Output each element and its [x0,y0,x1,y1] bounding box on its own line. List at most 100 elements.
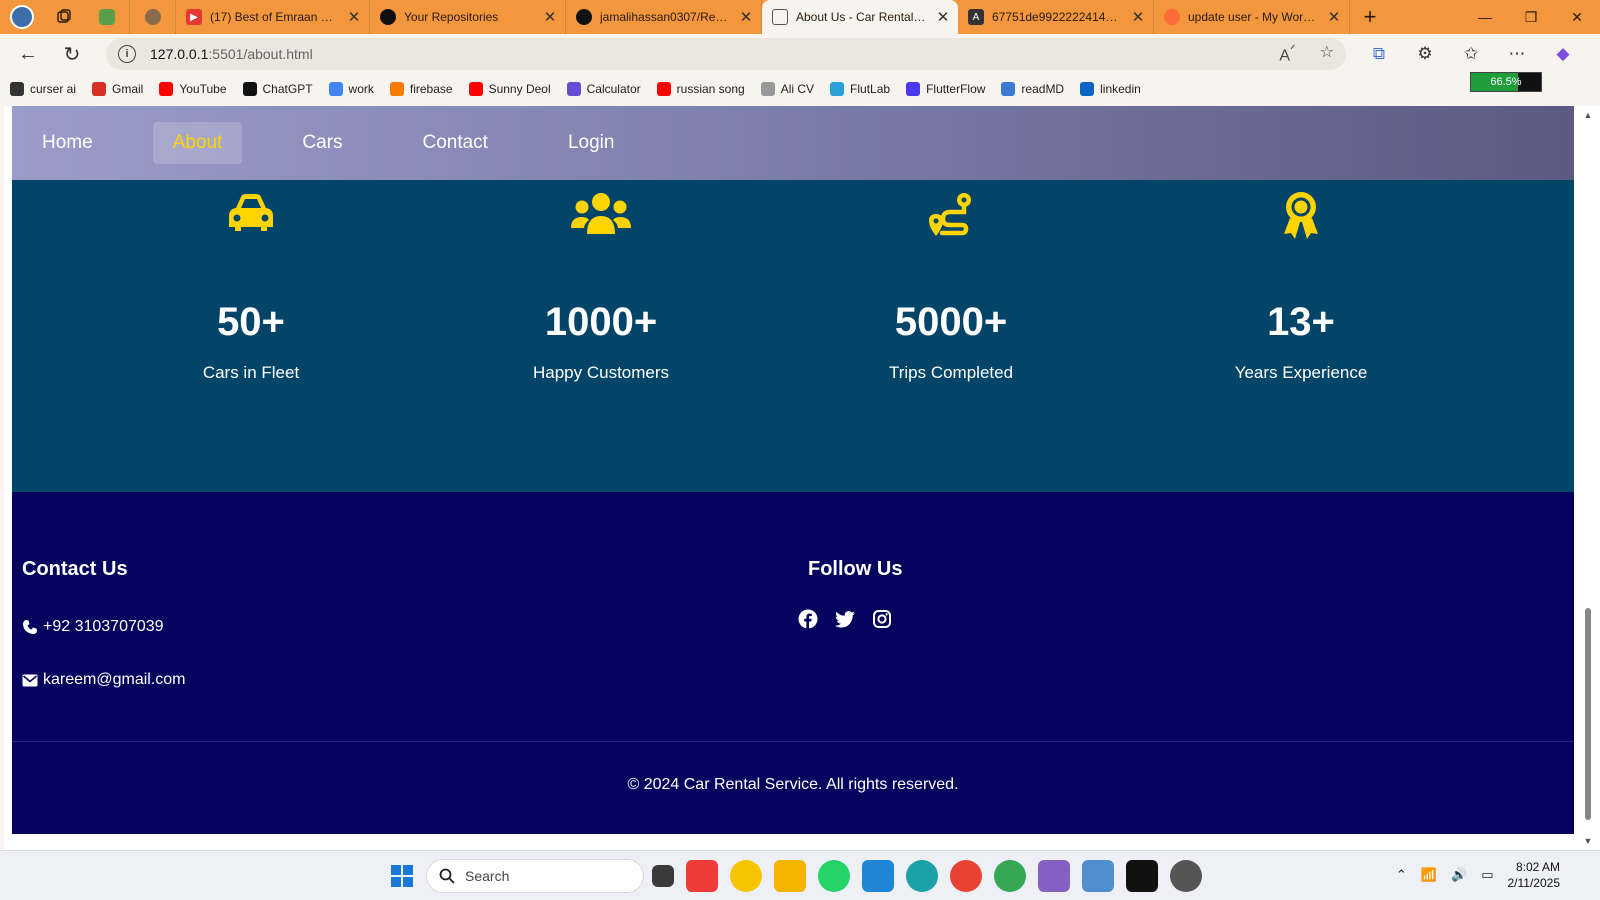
bookmark-favicon-icon [389,82,404,96]
restore-icon[interactable]: ❐ [1508,0,1554,34]
task-view-icon[interactable] [652,865,674,887]
file-explorer-icon[interactable] [774,860,806,892]
close-tab-icon[interactable]: ✕ [347,8,361,26]
bookmark-item[interactable]: Ali CV [760,82,814,96]
minimize-icon[interactable]: — [1462,0,1508,34]
taskbar-search[interactable]: Search [426,859,644,893]
taskbar-clock[interactable]: 8:02 AM 2/11/2025 [1508,859,1561,891]
nav-cars[interactable]: Cars [282,122,362,164]
clock-app-icon[interactable] [1170,860,1202,892]
bookmark-item[interactable]: FlutLab [830,82,890,96]
nav-about[interactable]: About [152,122,243,164]
bookmark-label: firebase [409,82,453,96]
bookmark-item[interactable]: readMD [1001,82,1064,96]
instagram-icon[interactable] [872,609,892,629]
scrollbar-thumb[interactable] [1585,608,1591,820]
bookmark-favicon-icon [566,82,581,96]
scroll-up-arrow-icon[interactable]: ▲ [1580,110,1596,120]
pinned-tab-1[interactable] [84,0,130,34]
bookmark-favicon-icon [328,82,343,96]
page-tab-icon [772,9,788,25]
postman-tab-icon [1164,9,1180,25]
bookmarks-bar: curser ai Gmail YouTube ChatGPT work firebase… [0,74,1600,104]
translate-icon[interactable]: ⧉ [1356,44,1402,64]
tab-rent-car-repo[interactable]: jamalihassan0307/Rent-car ✕ [566,0,762,34]
footer-divider [12,741,1574,742]
wifi-icon[interactable]: 📶 [1421,867,1437,883]
nav-home[interactable]: Home [22,122,113,164]
bookmark-item[interactable]: Sunny Deol [468,82,551,96]
favorite-star-icon[interactable]: ☆ [1320,42,1334,65]
close-tab-icon[interactable]: ✕ [1327,8,1341,26]
close-window-icon[interactable]: ✕ [1554,0,1600,34]
bookmark-favicon-icon [906,82,921,96]
read-aloud-icon[interactable]: Aᐟ [1279,42,1295,65]
visual-studio-icon[interactable] [1038,860,1070,892]
close-tab-icon[interactable]: ✕ [543,8,557,26]
chevron-up-icon[interactable]: ⌃ [1396,867,1407,883]
edge-icon[interactable] [906,860,938,892]
whatsapp-icon[interactable] [818,860,850,892]
facebook-icon[interactable] [798,609,818,629]
bookmark-item[interactable]: russian song [656,82,745,96]
tab-postman[interactable]: update user - My Workspace ✕ [1154,0,1350,34]
more-menu-icon[interactable]: ⋯ [1494,44,1540,64]
tab-youtube[interactable]: ▶ (17) Best of Emraan hashmi ✕ [176,0,370,34]
back-button[interactable]: ← [6,34,50,74]
profile-avatar[interactable] [0,0,44,34]
url-host: 127.0.0.1 [150,46,209,62]
bookmark-item[interactable]: curser ai [10,82,76,96]
bookmark-label: curser ai [30,82,77,96]
battery-icon[interactable]: ▭ [1481,867,1493,883]
nav-contact[interactable]: Contact [402,122,507,164]
bookmark-label: linkedin [1100,82,1141,96]
extensions-icon[interactable]: ⚙ [1402,44,1448,64]
window-controls: — ❐ ✕ [1462,0,1600,34]
route-icon [771,190,1131,242]
bookmark-item[interactable]: linkedin [1080,82,1141,96]
bookmark-item[interactable]: FlutterFlow [906,82,985,96]
pinned-tab-2[interactable] [130,0,176,34]
bookmark-item[interactable]: ChatGPT [242,82,313,96]
phone-icon [23,620,37,634]
close-tab-icon[interactable]: ✕ [1131,8,1145,26]
windows-start-icon[interactable] [391,865,413,887]
close-tab-icon[interactable]: ✕ [936,8,950,26]
volume-icon[interactable]: 🔊 [1451,867,1467,883]
tab-repositories[interactable]: Your Repositories ✕ [370,0,566,34]
page-scrollbar[interactable]: ▲ ▼ [1580,106,1596,850]
image-viewer-icon[interactable] [1082,860,1114,892]
chat-app-icon[interactable] [730,860,762,892]
chrome-icon[interactable] [950,860,982,892]
favorites-icon[interactable]: ✩ [1448,44,1494,64]
bookmark-label: Sunny Deol [488,82,551,96]
bookmark-item[interactable]: Gmail [92,82,143,96]
bookmark-item[interactable]: Calculator [566,82,641,96]
address-bar[interactable]: i 127.0.0.1:5501/about.html Aᐟ ☆ [106,38,1346,70]
tab-about-us[interactable]: About Us - Car Rental Service ✕ [762,0,958,34]
twitter-icon[interactable] [835,609,855,629]
bookmark-favicon-icon [1001,82,1016,96]
new-tab-button[interactable]: + [1350,4,1390,30]
windows-taskbar: Search ⌃ 📶 🔊 ▭ 8:02 AM 2/11/2025 [0,850,1600,900]
scroll-down-arrow-icon[interactable]: ▼ [1580,836,1596,846]
bookmark-item[interactable]: firebase [389,82,453,96]
nav-login[interactable]: Login [548,122,635,164]
bookmark-item[interactable]: YouTube [159,82,227,96]
anydesk-icon[interactable] [686,860,718,892]
vscode-icon[interactable] [862,860,894,892]
close-tab-icon[interactable]: ✕ [739,8,753,26]
refresh-button[interactable]: ↻ [50,34,94,74]
contact-email[interactable]: kareem@gmail.com [22,671,186,689]
bookmark-item[interactable]: work [328,82,374,96]
bookmark-label: YouTube [179,82,227,96]
contact-phone[interactable]: +92 3103707039 [22,618,164,636]
site-info-icon[interactable]: i [118,45,136,63]
tab-api-doc[interactable]: A 67751de992222241481aa ✕ [958,0,1154,34]
capcut-icon[interactable] [1126,860,1158,892]
users-icon [421,190,781,242]
chrome-profile-icon[interactable] [994,860,1026,892]
workspaces-icon[interactable] [44,0,84,34]
copilot-icon[interactable]: ◆ [1540,44,1586,64]
stat-label: Happy Customers [532,363,670,382]
